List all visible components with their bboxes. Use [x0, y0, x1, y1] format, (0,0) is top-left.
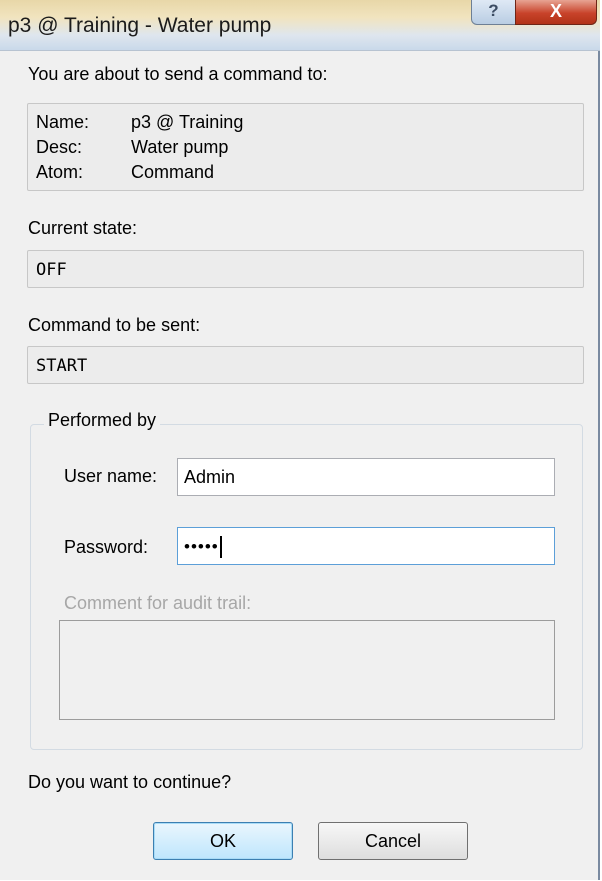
window-title: p3 @ Training - Water pump [8, 14, 272, 37]
performed-by-legend: Performed by [44, 410, 161, 431]
atom-value: Command [131, 162, 215, 182]
atom-label: Atom: [36, 162, 84, 182]
close-button[interactable]: X [515, 0, 597, 25]
comment-label: Comment for audit trail: [64, 593, 252, 613]
help-button[interactable]: ? [471, 0, 516, 25]
title-bar[interactable]: p3 @ Training - Water pump ? X [0, 0, 600, 51]
password-label: Password: [64, 537, 149, 557]
desc-label: Desc: [36, 137, 83, 157]
name-label: Name: [36, 112, 90, 132]
command-field: START [27, 346, 584, 384]
target-info-box: Name: p3 @ Training Desc: Water pump Ato… [27, 103, 584, 191]
continue-question: Do you want to continue? [28, 772, 232, 792]
text-caret [219, 536, 222, 559]
intro-text: You are about to send a command to: [28, 64, 328, 84]
user-name-input[interactable]: Admin [177, 458, 555, 496]
current-state-label: Current state: [28, 218, 138, 238]
password-input[interactable]: ••••• [177, 527, 555, 565]
close-icon: X [549, 1, 562, 21]
command-label: Command to be sent: [28, 315, 201, 335]
current-state-field: OFF [27, 250, 584, 288]
command-value: START [36, 356, 88, 376]
cancel-button[interactable]: Cancel [318, 822, 468, 860]
user-name-value: Admin [184, 467, 236, 487]
ok-button[interactable]: OK [153, 822, 293, 860]
comment-textarea[interactable] [59, 620, 555, 720]
help-icon: ? [488, 1, 499, 20]
desc-value: Water pump [131, 137, 229, 157]
name-value: p3 @ Training [131, 112, 244, 132]
command-dialog: p3 @ Training - Water pump ? X You are a… [0, 0, 600, 880]
user-name-label: User name: [64, 466, 158, 486]
current-state-value: OFF [36, 260, 67, 280]
password-value: ••••• [184, 537, 219, 556]
